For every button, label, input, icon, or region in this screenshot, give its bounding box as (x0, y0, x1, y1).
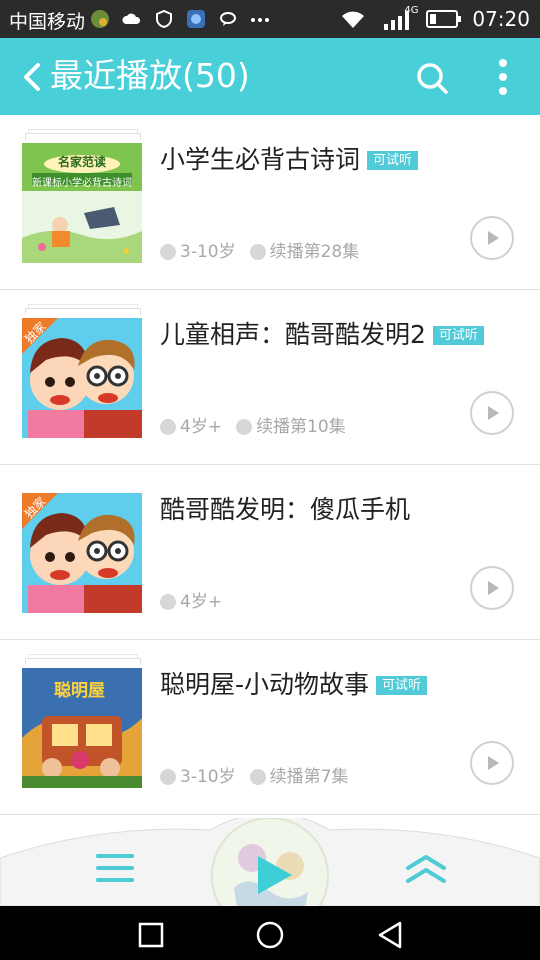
album-cover[interactable]: 名家范读 新课标小学必背古诗词 (22, 143, 142, 263)
home-icon[interactable] (255, 920, 285, 950)
resume-info: 续播第28集 (249, 241, 360, 263)
clock-icon (249, 769, 266, 785)
play-icon (488, 756, 499, 770)
resume-info: 续播第10集 (236, 416, 346, 438)
age-text: 3-10岁 (180, 242, 236, 262)
resume-text: 续播第7集 (269, 767, 349, 787)
play-button[interactable] (470, 391, 514, 435)
play-icon (488, 581, 499, 595)
cover-title: 名家范读 (57, 155, 106, 169)
more-dots-icon (251, 18, 269, 22)
battery-icon (426, 10, 462, 28)
item-title: 聪明屋-小动物故事 可试听 (160, 668, 428, 702)
carrier-name: 中国移动 (9, 11, 86, 33)
item-title-text: 酷哥酷发明：傻瓜手机 (160, 495, 411, 524)
item-title-text: 小学生必背古诗词 (160, 145, 361, 174)
play-icon (488, 406, 499, 420)
age-text: 4岁+ (180, 592, 223, 612)
wifi-icon (342, 11, 365, 28)
status-bar: 中国移动 4G 07:20 (0, 0, 540, 38)
list-item[interactable]: 名家范读 新课标小学必背古诗词 小学生必背古诗词 可试听 3-10岁 续播第28集 (0, 115, 540, 290)
signal-icon: 4G (376, 5, 418, 32)
age-range: 4岁+ (160, 591, 222, 613)
cloud-icon (122, 13, 141, 24)
cover-subtitle: 新课标小学必背古诗词 (32, 178, 132, 189)
resume-text: 续播第28集 (269, 242, 360, 262)
item-title-text: 聪明屋-小动物故事 (160, 670, 370, 699)
age-range: 3-10岁 (160, 766, 236, 788)
app-icon (187, 10, 205, 28)
smiley-icon (160, 769, 176, 785)
cover-title: 聪明屋 (54, 681, 105, 701)
album-cover[interactable]: 聪明屋 (22, 668, 142, 788)
item-meta: 4岁+ (160, 591, 236, 613)
cover-stack (25, 308, 141, 315)
play-button[interactable] (470, 216, 514, 260)
cover-stack (25, 133, 141, 140)
mini-player (0, 818, 540, 922)
item-meta: 3-10岁 续播第28集 (160, 241, 373, 263)
page-title: 最近播放(50) (50, 56, 250, 95)
smiley-icon (160, 594, 176, 610)
item-title: 小学生必背古诗词 可试听 (160, 143, 419, 177)
trial-badge: 可试听 (432, 326, 484, 345)
smiley-icon (160, 244, 176, 260)
item-title: 酷哥酷发明：傻瓜手机 (160, 493, 410, 527)
recent-play-list: 名家范读 新课标小学必背古诗词 小学生必背古诗词 可试听 3-10岁 续播第28集 (0, 115, 540, 815)
app-bar: 最近播放(50) (0, 38, 540, 115)
notification-icons (90, 8, 270, 30)
back-triangle-icon[interactable] (375, 920, 405, 950)
play-button[interactable] (470, 566, 514, 610)
double-chevron-up-icon[interactable] (404, 854, 448, 884)
resume-text: 续播第10集 (256, 417, 346, 437)
chat-icon (220, 12, 236, 26)
album-cover[interactable]: 独家 (22, 318, 142, 438)
resume-info: 续播第7集 (249, 766, 349, 788)
clock-icon (236, 419, 253, 435)
list-item[interactable]: 独家 儿童相声：酷哥酷发明2 可试听 4岁+ 续播第10集 (0, 290, 540, 465)
age-range: 4岁+ (160, 416, 222, 438)
map-icon (91, 10, 109, 28)
search-icon[interactable] (412, 58, 452, 98)
trial-badge: 可试听 (367, 151, 419, 170)
back-arrow-icon[interactable] (20, 62, 46, 92)
play-button[interactable] (470, 741, 514, 785)
item-meta: 3-10岁 续播第7集 (160, 766, 362, 788)
clock: 07:20 (472, 7, 530, 31)
list-item[interactable]: 聪明屋 聪明屋-小动物故事 可试听 3-10岁 续播第7集 (0, 640, 540, 815)
smiley-icon (160, 419, 176, 435)
recent-apps-icon[interactable] (136, 920, 166, 950)
item-title: 儿童相声：酷哥酷发明2 可试听 (160, 318, 484, 352)
more-vertical-icon[interactable] (490, 56, 516, 98)
status-right: 4G 07:20 (340, 5, 530, 32)
album-cover[interactable]: 独家 (22, 493, 142, 613)
age-text: 3-10岁 (180, 767, 236, 787)
age-text: 4岁+ (180, 417, 223, 437)
play-icon (488, 231, 499, 245)
age-range: 3-10岁 (160, 241, 236, 263)
clock-icon (249, 244, 266, 260)
shield-icon (156, 9, 172, 29)
trial-badge: 可试听 (376, 676, 428, 695)
list-item[interactable]: 独家 酷哥酷发明：傻瓜手机 4岁+ (0, 465, 540, 640)
item-meta: 4岁+ 续播第10集 (160, 416, 360, 438)
menu-icon[interactable] (94, 852, 136, 884)
system-nav-bar (0, 906, 540, 960)
cover-stack (25, 658, 141, 665)
item-title-text: 儿童相声：酷哥酷发明2 (160, 320, 426, 349)
